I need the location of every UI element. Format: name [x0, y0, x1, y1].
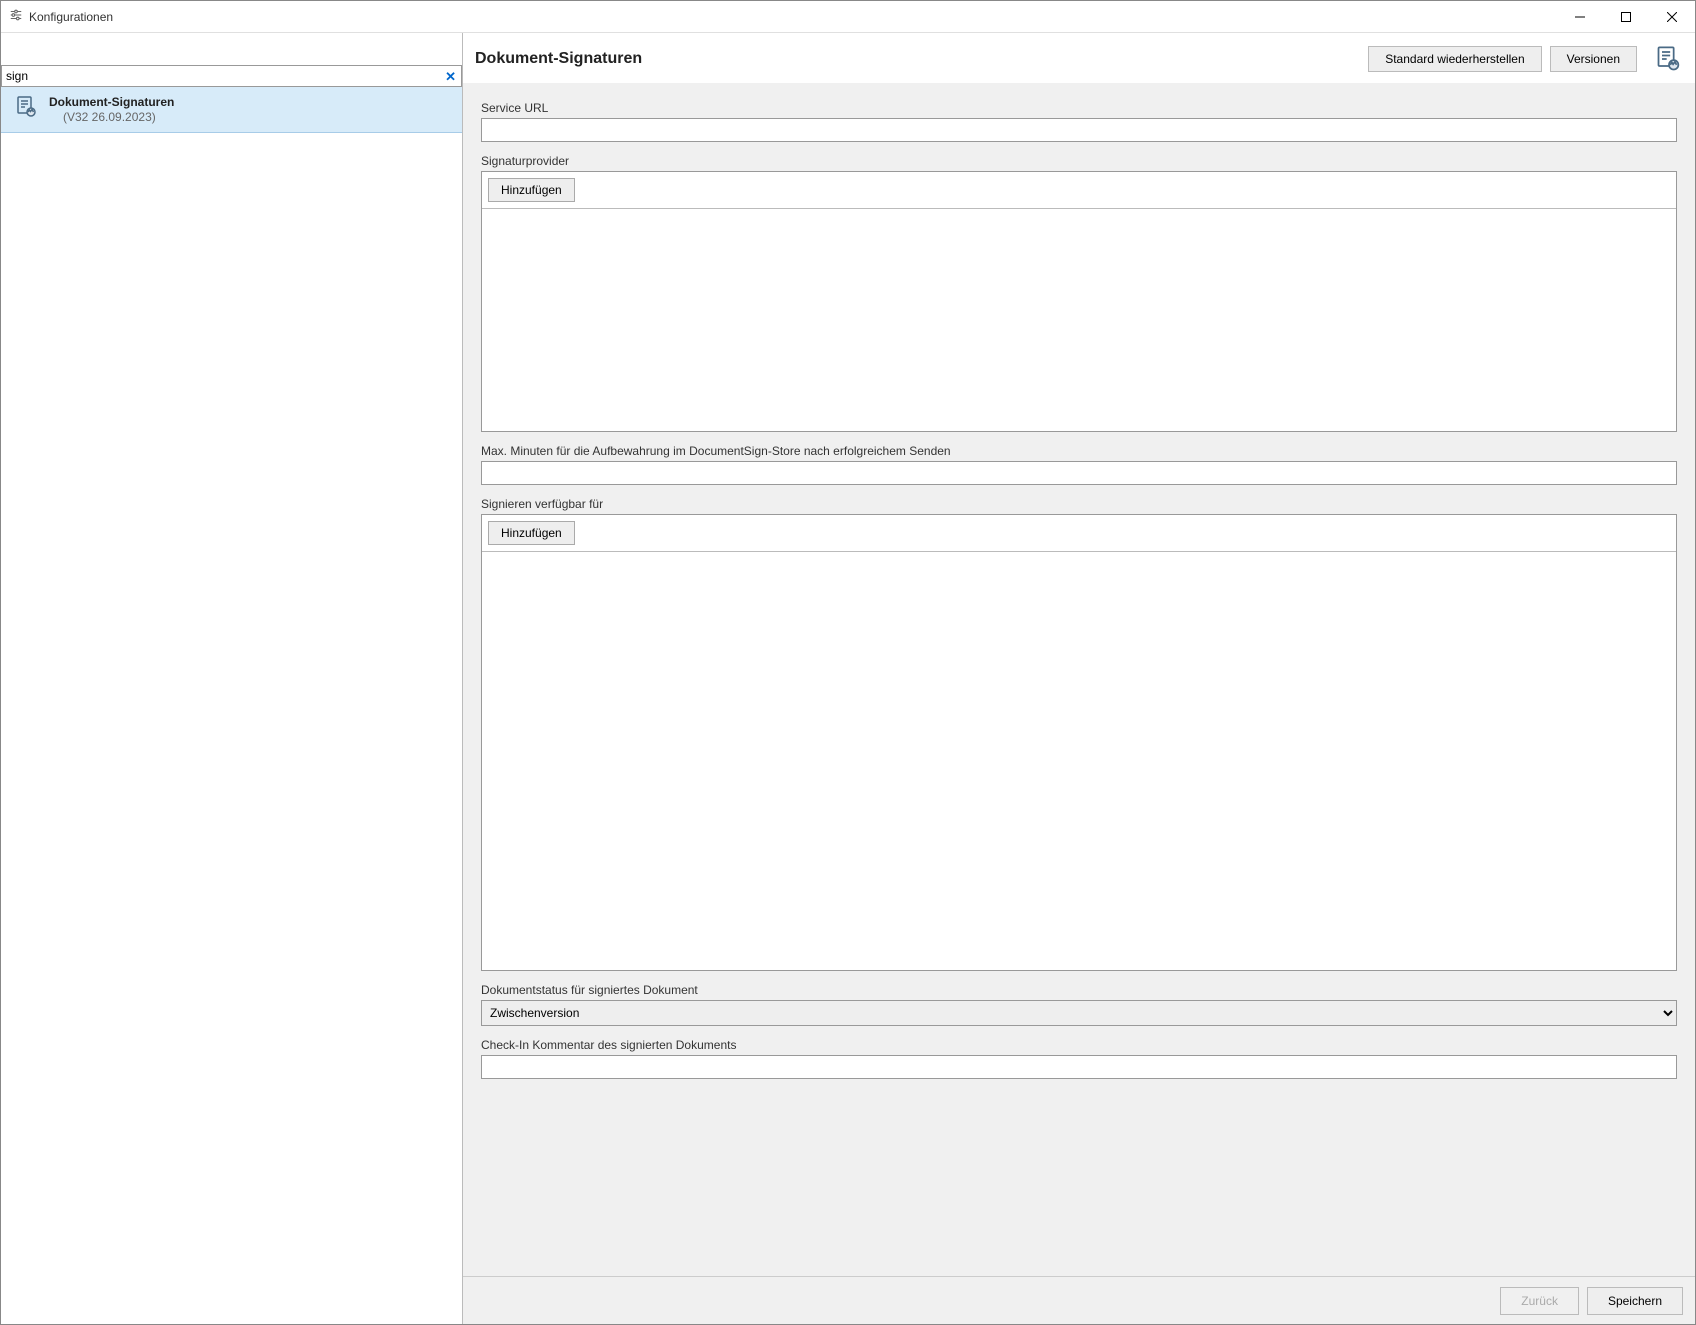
sidebar-item-dokument-signaturen[interactable]: Dokument-Signaturen (V32 26.09.2023)	[1, 87, 462, 133]
signatureprovider-list-body[interactable]	[482, 209, 1676, 431]
service-url-label: Service URL	[481, 101, 1677, 115]
sign-available-list-body[interactable]	[482, 552, 1676, 970]
checkin-comment-label: Check-In Kommentar des signierten Dokume…	[481, 1038, 1677, 1052]
app-icon	[9, 8, 23, 25]
form-scroll-area[interactable]: Service URL Signaturprovider Hinzufügen …	[463, 83, 1695, 1276]
sign-available-add-button[interactable]: Hinzufügen	[488, 521, 575, 545]
max-minutes-label: Max. Minuten für die Aufbewahrung im Doc…	[481, 444, 1677, 458]
docstatus-label: Dokumentstatus für signiertes Dokument	[481, 983, 1677, 997]
sidebar-item-label: Dokument-Signaturen	[49, 95, 174, 109]
close-button[interactable]	[1649, 1, 1695, 32]
document-signature-header-icon	[1655, 45, 1683, 73]
max-minutes-input[interactable]	[481, 461, 1677, 485]
versions-button[interactable]: Versionen	[1550, 46, 1637, 72]
titlebar: Konfigurationen	[1, 1, 1695, 33]
minimize-button[interactable]	[1557, 1, 1603, 32]
sign-available-list: Hinzufügen	[481, 514, 1677, 971]
back-button: Zurück	[1500, 1287, 1579, 1315]
docstatus-select[interactable]: Zwischenversion	[481, 1000, 1677, 1026]
page-title: Dokument-Signaturen	[475, 50, 642, 68]
signatureprovider-add-button[interactable]: Hinzufügen	[488, 178, 575, 202]
restore-default-button[interactable]: Standard wiederherstellen	[1368, 46, 1541, 72]
clear-search-icon[interactable]: ✕	[445, 69, 456, 85]
footer-bar: Zurück Speichern	[463, 1276, 1695, 1324]
document-signature-icon	[15, 95, 39, 119]
content-header: Dokument-Signaturen Standard wiederherst…	[463, 33, 1695, 83]
save-button[interactable]: Speichern	[1587, 1287, 1683, 1315]
maximize-button[interactable]	[1603, 1, 1649, 32]
checkin-comment-input[interactable]	[481, 1055, 1677, 1079]
service-url-input[interactable]	[481, 118, 1677, 142]
sidebar-item-version: (V32 26.09.2023)	[49, 110, 174, 124]
signatureprovider-label: Signaturprovider	[481, 154, 1677, 168]
sidebar: ✕ Dokument-Signaturen (V32 26.09.2023)	[1, 33, 463, 1324]
signatureprovider-list: Hinzufügen	[481, 171, 1677, 432]
window-title: Konfigurationen	[29, 10, 113, 24]
search-input[interactable]	[1, 65, 462, 87]
sign-available-label: Signieren verfügbar für	[481, 497, 1677, 511]
